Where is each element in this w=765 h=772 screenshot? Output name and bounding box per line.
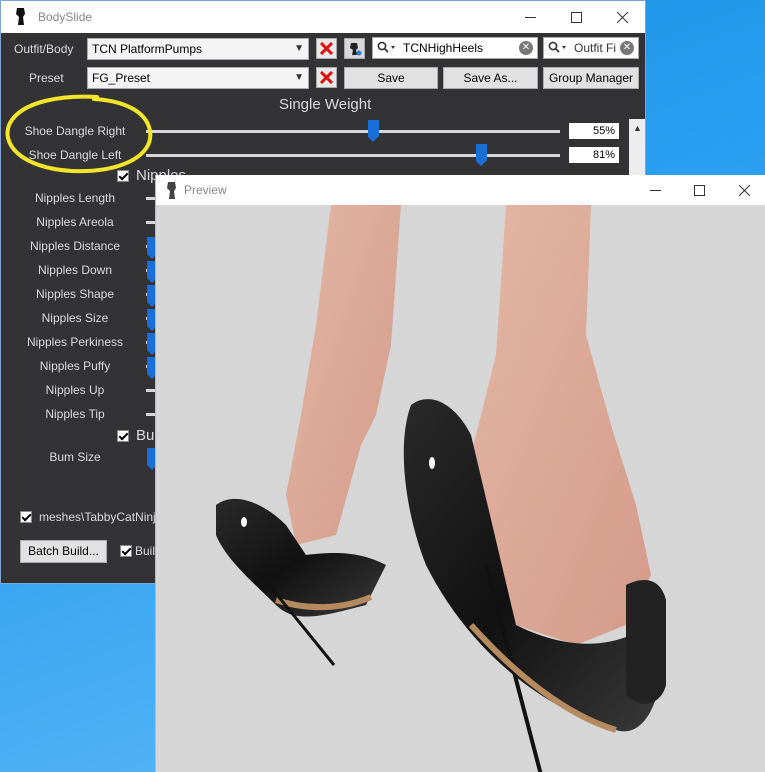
group-manager-button[interactable]: Group Manager [543,67,639,89]
preview-app-icon [167,182,176,199]
high-heels-render [216,205,666,772]
chevron-down-icon: ▼ [294,43,304,54]
bodyslide-app-icon [16,8,25,25]
main-window-title: BodySlide [38,10,93,24]
nipple-slider-label: Nipples Shape [35,287,115,301]
preset-label: Preset [29,71,64,85]
red-x-icon [320,42,333,55]
project-icon-button[interactable] [344,38,365,59]
save-button[interactable]: Save [344,67,438,89]
red-x-icon [320,71,333,84]
minimize-button[interactable] [507,1,553,33]
chevron-down-icon: ▼ [294,72,304,83]
slider-label-shoe-dangle-right: Shoe Dangle Right [24,124,126,138]
preview-minimize-button[interactable] [632,174,678,206]
output-path-label: meshes\TabbyCatNinj [39,510,156,524]
nipples-group-checkbox[interactable] [117,170,129,182]
slider-thumb-shoe-dangle-left[interactable] [475,144,487,166]
main-titlebar[interactable]: BodySlide [1,1,645,33]
slider-label-shoe-dangle-left: Shoe Dangle Left [28,148,122,162]
3d-preview-viewport[interactable] [156,205,765,772]
clear-outfit-button[interactable] [316,38,337,59]
batch-build-button[interactable]: Batch Build... [20,540,107,563]
search-icon [548,41,566,53]
nipple-slider-label: Nipples Up [45,383,105,397]
build-morphs-label: Buil [135,544,156,558]
preview-titlebar[interactable]: Preview [156,175,765,205]
nipple-slider-label: Nipples Length [34,191,116,205]
preview-window-title: Preview [184,183,227,197]
outfit-search-input[interactable]: TCNHighHeels ✕ [372,37,538,59]
slider-track-shoe-dangle-left[interactable] [146,154,560,157]
butt-group-label: Bu [136,427,155,444]
slider-track-shoe-dangle-right[interactable] [146,130,560,133]
nipple-slider-label: Nipples Down [37,263,113,277]
clear-search-icon[interactable]: ✕ [519,41,533,55]
outfit-body-select[interactable]: TCN PlatformPumps ▼ [87,38,309,60]
search-icon [377,41,395,53]
preset-select[interactable]: FG_Preset ▼ [87,67,309,89]
output-path-checkbox[interactable] [20,511,32,523]
outfit-search-value: TCNHighHeels [403,41,484,55]
nipple-slider-label: Nipples Distance [29,239,121,253]
nipple-slider-label: Nipples Puffy [39,359,111,373]
clear-preset-button[interactable] [316,67,337,88]
preview-close-button[interactable] [721,174,765,206]
slider-value-shoe-dangle-right[interactable]: 55% [569,123,619,139]
outfit-filter-input[interactable]: Outfit Fi ✕ [543,37,639,59]
slider-thumb-shoe-dangle-right[interactable] [368,120,380,142]
outfitstudio-icon [349,42,361,55]
clear-filter-icon[interactable]: ✕ [620,41,634,55]
maximize-button[interactable] [553,1,599,33]
nipple-slider-label: Nipples Size [41,311,109,325]
slider-scrollbar[interactable]: ▲ [629,119,645,179]
close-button[interactable] [599,1,645,33]
slider-label-bum-size: Bum Size [49,450,101,464]
preset-value: FG_Preset [92,71,151,85]
weight-heading: Single Weight [279,96,372,113]
nipple-slider-label: Nipples Perkiness [26,335,124,349]
scroll-up-icon[interactable]: ▲ [633,123,642,133]
nipple-slider-label: Nipples Areola [36,215,114,229]
build-morphs-checkbox[interactable] [120,545,132,557]
save-as-button[interactable]: Save As... [443,67,538,89]
outfit-body-value: TCN PlatformPumps [92,42,203,56]
outfit-body-label: Outfit/Body [14,42,74,56]
outfit-filter-placeholder: Outfit Fi [574,41,617,55]
slider-value-shoe-dangle-left[interactable]: 81% [569,147,619,163]
butt-group-checkbox[interactable] [117,430,129,442]
preview-window: Preview [155,175,765,772]
nipple-slider-label: Nipples Tip [45,407,105,421]
preview-maximize-button[interactable] [676,174,722,206]
